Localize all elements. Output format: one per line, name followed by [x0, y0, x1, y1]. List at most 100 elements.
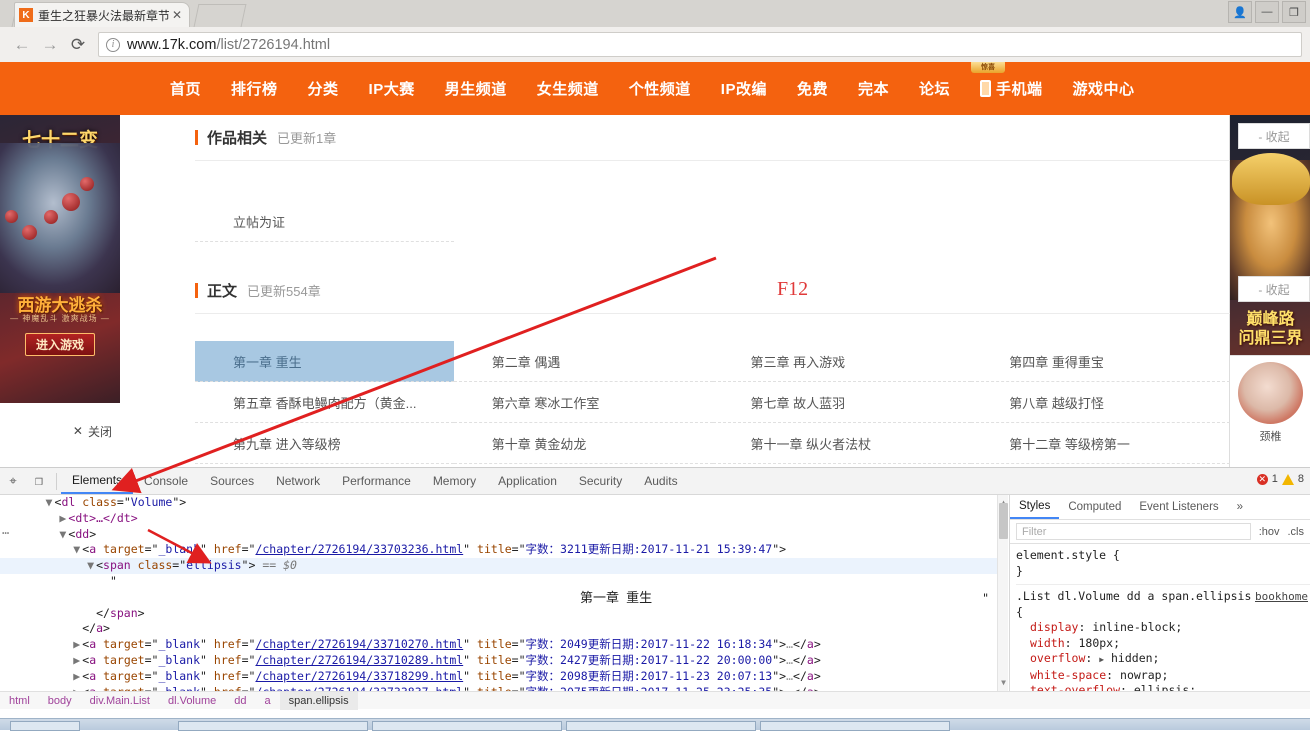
tab-sources[interactable]: Sources [199, 468, 265, 494]
console-status[interactable]: ✕ 1 8 [1256, 473, 1304, 485]
css-declaration[interactable]: width: 180px; [1016, 636, 1310, 652]
chapter-link[interactable]: 第十二章 等级榜第一 [971, 423, 1230, 464]
tab-computed[interactable]: Computed [1059, 495, 1130, 519]
css-declaration[interactable]: white-space: nowrap; [1016, 668, 1310, 684]
styles-filter-input[interactable]: Filter [1016, 523, 1251, 540]
forward-icon[interactable]: → [36, 31, 64, 59]
nav-item-mobile-label: 手机端 [996, 81, 1043, 98]
chapter-link[interactable]: 第十章 黄金幼龙 [453, 423, 713, 464]
breadcrumb-body[interactable]: body [39, 692, 81, 710]
back-icon[interactable]: ← [8, 31, 36, 59]
left-ad-close-bar[interactable]: ✕ 关闭 [0, 418, 120, 444]
browser-tab[interactable]: K 重生之狂暴火法最新章节 ✕ [14, 2, 190, 27]
dom-scroll-thumb[interactable] [999, 503, 1008, 539]
chapter-link[interactable]: 第二章 偶遇 [453, 341, 713, 382]
nav-item-game-center[interactable]: 游戏中心 [1058, 78, 1150, 99]
tab-elements[interactable]: Elements [61, 468, 134, 494]
nav-item-ip-contest[interactable]: IP大赛 [354, 78, 430, 99]
left-ad-close-label[interactable]: 关闭 [88, 423, 112, 440]
enter-game-button[interactable]: 进入游戏 [25, 333, 95, 356]
nav-item-ip-adaptation[interactable]: IP改编 [706, 78, 782, 99]
more-tabs-icon[interactable]: » [1228, 495, 1252, 519]
tab-performance[interactable]: Performance [331, 468, 422, 494]
chapter-link[interactable]: 第九章 进入等级榜 [195, 423, 454, 464]
maximize-icon[interactable]: ❐ [1282, 1, 1306, 23]
collapse-button-related[interactable]: - 收起 [1238, 123, 1310, 149]
page-info-icon[interactable]: i [106, 37, 120, 52]
collapse-button-main[interactable]: - 收起 [1238, 276, 1310, 302]
breadcrumb-dl-volume[interactable]: dl.Volume [159, 692, 225, 710]
rule-selector[interactable]: .List dl.Volume dd a span.ellipsis [1016, 589, 1251, 603]
breadcrumb-dd[interactable]: dd [225, 692, 255, 710]
chapter-link[interactable]: 第十一章 纵火者法杖 [712, 423, 972, 464]
chapter-link[interactable]: 第八章 越级打怪 [971, 382, 1230, 423]
tab-console[interactable]: Console [133, 468, 199, 494]
device-toolbar-icon[interactable]: ❒ [26, 469, 52, 493]
right-ad-secondary[interactable]: 颈椎 [1230, 355, 1310, 467]
tab-event-listeners[interactable]: Event Listeners [1130, 495, 1227, 519]
warning-icon [1281, 473, 1294, 485]
nav-item-category[interactable]: 分类 [293, 78, 354, 99]
minimize-icon[interactable]: — [1255, 1, 1279, 23]
dom-node-line[interactable]: ▶<a target="_blank" href="/chapter/27261… [0, 653, 1008, 669]
url-text: www.17k.com/list/2726194.html [127, 37, 330, 53]
related-item[interactable]: 立帖为证 [195, 202, 454, 242]
dom-tree-pane[interactable]: ▼ <dl class="Volume"> ▶ <dt>…</dt> ▼ <dd> ▼… [0, 495, 1008, 691]
dom-node-line[interactable]: " [0, 574, 1008, 590]
dom-node-line[interactable]: ▶ <dt>…</dt> [0, 511, 1008, 527]
tab-network[interactable]: Network [265, 468, 331, 494]
breadcrumb-a[interactable]: a [256, 692, 280, 710]
windows-taskbar [0, 718, 1310, 731]
chapter-link[interactable]: 第三章 再入游戏 [712, 341, 972, 382]
scroll-down-arrow[interactable]: ▼ [999, 675, 1008, 691]
hov-toggle[interactable]: :hov [1259, 526, 1280, 538]
css-declaration[interactable]: display: inline-block; [1016, 620, 1310, 636]
nav-item-ranking[interactable]: 排行榜 [216, 78, 293, 99]
dom-node-line[interactable]: ▼ <a target="_blank" href="/chapter/27261… [0, 542, 1008, 558]
close-icon[interactable]: ✕ [73, 424, 83, 438]
css-declaration[interactable]: overflow: ▶ hidden; [1016, 651, 1310, 668]
dom-node-line[interactable]: ▶<a target="_blank" href="/chapter/27261… [0, 637, 1008, 653]
nav-item-female-channel[interactable]: 女生频道 [522, 78, 614, 99]
dom-node-line[interactable]: ▶<a target="_blank" href="/chapter/27261… [0, 669, 1008, 685]
tab-styles[interactable]: Styles [1010, 495, 1060, 519]
breadcrumb-div-main-list[interactable]: div.Main.List [81, 692, 159, 710]
nav-item-free[interactable]: 免费 [782, 78, 843, 99]
nav-item-male-channel[interactable]: 男生频道 [430, 78, 522, 99]
nav-item-home[interactable]: 首页 [155, 78, 216, 99]
address-bar[interactable]: i www.17k.com/list/2726194.html [98, 32, 1302, 57]
css-rule: bookhome .List dl.Volume dd a span.ellip… [1016, 584, 1310, 691]
chapter-link[interactable]: 第六章 寒冰工作室 [453, 382, 713, 423]
dom-node-line[interactable]: </a> [0, 621, 1008, 637]
tab-memory[interactable]: Memory [422, 468, 487, 494]
dom-scrollbar[interactable]: ▲ ▼ [997, 495, 1008, 691]
nav-item-completed[interactable]: 完本 [843, 78, 904, 99]
dom-node-line[interactable]: ▼ <dl class="Volume"> [0, 495, 1008, 511]
nav-item-personal-channel[interactable]: 个性频道 [614, 78, 706, 99]
nav-item-mobile[interactable]: 惊喜 手机端 [965, 62, 1058, 99]
cls-toggle[interactable]: .cls [1288, 526, 1305, 538]
breadcrumb-span-ellipsis[interactable]: span.ellipsis [279, 691, 358, 710]
inspect-element-icon[interactable]: ⌖ [0, 469, 26, 493]
devtools-body: ▼ <dl class="Volume"> ▶ <dt>…</dt> ▼ <dd> ▼… [0, 495, 1310, 691]
tab-application[interactable]: Application [487, 468, 568, 494]
chapter-link[interactable]: 第五章 香酥电鳗肉配方（黄金... [195, 382, 454, 423]
close-icon[interactable]: ✕ [169, 8, 185, 22]
left-advertisement[interactable]: 七十二变 西游大逃杀 — 神魔乱斗 激爽战场 — 进入游戏 [0, 115, 120, 403]
dom-node-line[interactable]: ▼ <span class="ellipsis"> == $0 [0, 558, 1008, 574]
dom-node-line[interactable]: </span> [0, 606, 1008, 622]
css-declaration[interactable]: text-overflow: ellipsis; [1016, 683, 1310, 691]
rule-source-link[interactable]: bookhome [1255, 589, 1310, 605]
nav-item-forum[interactable]: 论坛 [904, 78, 965, 99]
dom-node-line[interactable]: 第一章 重生 " [0, 590, 1008, 606]
chapter-link[interactable]: 第七章 故人蓝羽 [712, 382, 972, 423]
breadcrumb-html[interactable]: html [0, 692, 39, 710]
reload-icon[interactable]: ⟳ [64, 31, 92, 59]
new-tab-button[interactable] [193, 4, 247, 27]
profile-icon[interactable]: 👤 [1228, 1, 1252, 23]
chapter-link[interactable]: 第一章 重生 [195, 341, 454, 382]
tab-audits[interactable]: Audits [633, 468, 688, 494]
chapter-link[interactable]: 第四章 重得重宝 [971, 341, 1230, 382]
dom-node-line[interactable]: ▼ <dd> [0, 527, 1008, 543]
tab-security[interactable]: Security [568, 468, 633, 494]
